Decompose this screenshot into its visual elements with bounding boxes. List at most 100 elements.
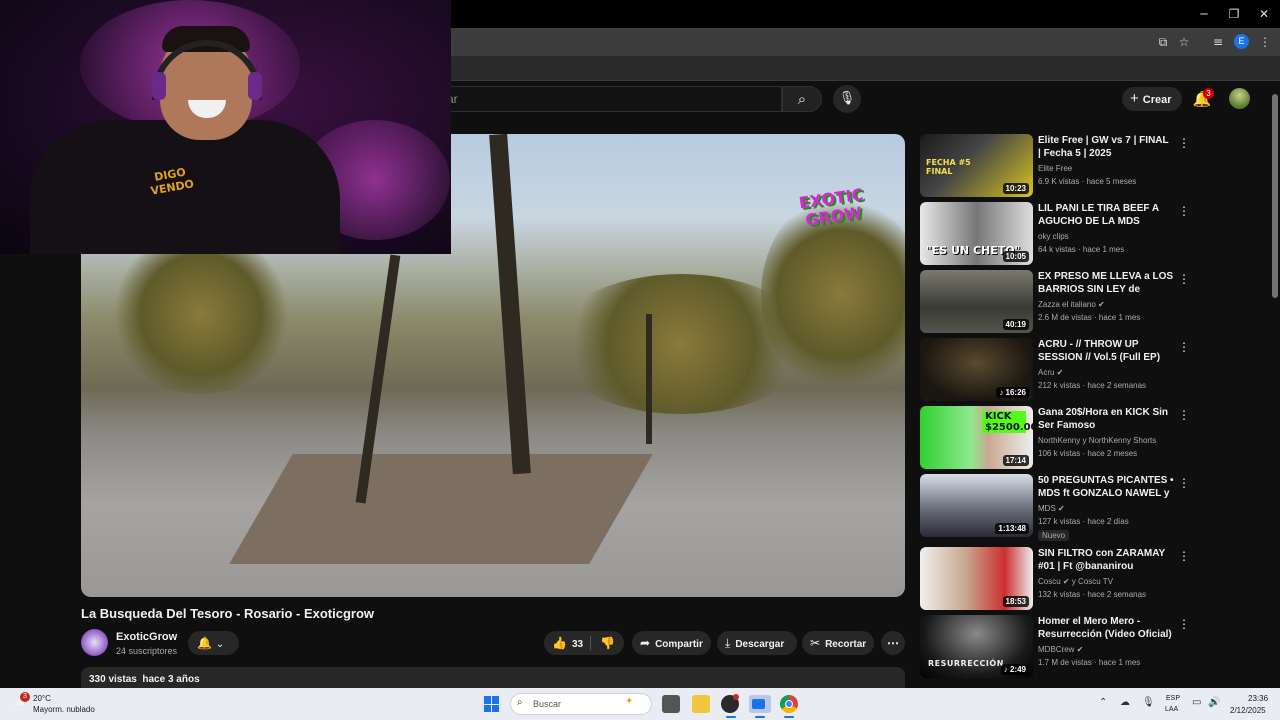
chevron-down-icon: ⌄ bbox=[215, 639, 225, 650]
video-title: La Busqueda Del Tesoro - Rosario - Exoti… bbox=[81, 606, 375, 621]
video-thumbnail[interactable]: ♪ 16:26 bbox=[920, 338, 1033, 401]
media-queue-icon[interactable]: ≡ bbox=[1210, 34, 1226, 50]
share-label: Compartir bbox=[655, 639, 703, 650]
recommendation-channel[interactable]: Elite Free bbox=[1038, 164, 1072, 173]
clock-date[interactable]: 2/12/2025 bbox=[1230, 706, 1266, 715]
thumbnail-text: FECHA #5 FINAL bbox=[926, 158, 971, 176]
recommendation-title[interactable]: Homer el Mero Mero - Resurrección (Video… bbox=[1038, 615, 1174, 641]
more-options-icon[interactable]: ⋮ bbox=[1178, 549, 1190, 563]
network-icon[interactable]: ▭ bbox=[1192, 697, 1201, 708]
video-thumbnail[interactable]: KICK $2500.00 17:14 bbox=[920, 406, 1033, 469]
page-scrollbar[interactable] bbox=[1272, 94, 1278, 298]
recommendation-title[interactable]: EX PRESO ME LLEVA a LOS BARRIOS SIN LEY … bbox=[1038, 270, 1174, 297]
minimize-icon[interactable]: ─ bbox=[1196, 6, 1212, 22]
language-indicator[interactable]: ESP bbox=[1166, 695, 1180, 702]
recommendation-item[interactable]: "ES UN CHETO" 10:05 LIL PANI LE TIRA BEE… bbox=[920, 202, 1272, 266]
share-button[interactable]: ➦ Compartir bbox=[632, 631, 711, 655]
clip-button[interactable]: ✂ Recortar bbox=[802, 631, 874, 655]
webcam-overlay: DIGO VENDO bbox=[0, 0, 451, 254]
more-options-icon[interactable]: ⋮ bbox=[1178, 204, 1190, 218]
thumbnail-text: RESURRECCIÓN bbox=[928, 659, 1004, 668]
recommendation-channel[interactable]: Zazza el italiano ✔ bbox=[1038, 300, 1105, 309]
windows-start-icon[interactable] bbox=[484, 696, 500, 712]
onedrive-icon[interactable]: ☁ bbox=[1120, 697, 1130, 708]
recommendation-item[interactable]: 40:19 EX PRESO ME LLEVA a LOS BARRIOS SI… bbox=[920, 270, 1272, 334]
recommendation-channel[interactable]: MDS ✔ bbox=[1038, 504, 1065, 513]
download-button[interactable]: ⤓ Descargar bbox=[717, 631, 797, 655]
weather-description[interactable]: Mayorm. nublado bbox=[33, 705, 95, 714]
restore-icon[interactable]: ❐ bbox=[1226, 6, 1242, 22]
file-explorer-icon[interactable] bbox=[692, 695, 710, 713]
bookmark-star-icon[interactable]: ☆ bbox=[1176, 34, 1192, 50]
video-thumbnail[interactable]: 1:13:48 bbox=[920, 474, 1033, 537]
recommendation-title[interactable]: Elite Free | GW vs 7 | FINAL | Fecha 5 |… bbox=[1038, 134, 1174, 160]
user-avatar[interactable] bbox=[1229, 88, 1250, 109]
recommendation-item[interactable]: FECHA #5 FINAL 10:23 Elite Free | GW vs … bbox=[920, 134, 1272, 198]
search-icon: ⌕ bbox=[797, 90, 807, 108]
tree-trunk bbox=[489, 134, 531, 475]
clip-label: Recortar bbox=[825, 639, 867, 650]
subscription-bell-button[interactable]: 🔔 ⌄ bbox=[188, 631, 239, 655]
search-input[interactable]: car bbox=[430, 86, 782, 112]
download-icon: ⤓ bbox=[725, 636, 731, 650]
video-thumbnail[interactable]: 18:53 bbox=[920, 547, 1033, 610]
channel-avatar[interactable] bbox=[81, 629, 108, 656]
like-divider bbox=[590, 636, 591, 650]
recommendation-channel[interactable]: NorthKenny y NorthKenny Shorts bbox=[1038, 436, 1156, 445]
more-options-icon[interactable]: ⋮ bbox=[1178, 617, 1190, 631]
recommendation-channel[interactable]: Acru ✔ bbox=[1038, 368, 1063, 377]
microphone-tray-icon[interactable]: 🎙 bbox=[1142, 697, 1155, 708]
profile-avatar-icon[interactable]: E bbox=[1234, 34, 1249, 49]
recommendation-item[interactable]: RESURRECCIÓN ♪ 2:49 Homer el Mero Mero -… bbox=[920, 615, 1272, 679]
more-actions-icon[interactable]: ⋯ bbox=[881, 631, 905, 655]
recommendation-title[interactable]: SIN FILTRO con ZARAMAY #01 | Ft @bananir… bbox=[1038, 547, 1174, 573]
video-thumbnail[interactable]: "ES UN CHETO" 10:05 bbox=[920, 202, 1033, 265]
recommendation-title[interactable]: Gana 20$/Hora en KICK Sin Ser Famoso bbox=[1038, 406, 1174, 432]
tray-overflow-icon[interactable]: ⌃ bbox=[1099, 697, 1107, 708]
microphone-icon: 🎙 bbox=[838, 91, 856, 106]
recording-indicator-icon bbox=[733, 694, 739, 700]
volume-icon[interactable]: 🔊 bbox=[1208, 697, 1220, 708]
search-button[interactable]: ⌕ bbox=[782, 86, 822, 112]
recommendation-title[interactable]: 50 PREGUNTAS PICANTES • MDS ft GONZALO N… bbox=[1038, 474, 1174, 501]
sparkle-icon: ✦ bbox=[625, 696, 634, 707]
weather-temperature[interactable]: 20°C bbox=[33, 694, 51, 703]
active-app-indicator bbox=[784, 716, 794, 718]
create-button[interactable]: + Crear bbox=[1122, 87, 1182, 111]
more-options-icon[interactable]: ⋮ bbox=[1178, 476, 1190, 490]
more-options-icon[interactable]: ⋮ bbox=[1178, 272, 1190, 286]
video-thumbnail[interactable]: FECHA #5 FINAL 10:23 bbox=[920, 134, 1033, 197]
more-options-icon[interactable]: ⋮ bbox=[1178, 408, 1190, 422]
browser-menu-icon[interactable]: ⋮ bbox=[1257, 34, 1273, 50]
more-options-icon[interactable]: ⋮ bbox=[1178, 340, 1190, 354]
recommendation-channel[interactable]: Coscu ✔ y Coscu TV bbox=[1038, 577, 1113, 586]
keyboard-layout-indicator[interactable]: LAA bbox=[1165, 706, 1178, 713]
video-thumbnail[interactable]: RESURRECCIÓN ♪ 2:49 bbox=[920, 615, 1033, 678]
voice-search-button[interactable]: 🎙 bbox=[833, 85, 861, 113]
recommendation-title[interactable]: LIL PANI LE TIRA BEEF A AGUCHO DE LA MDS bbox=[1038, 202, 1174, 228]
active-app-indicator bbox=[755, 716, 765, 718]
search-icon: ⌕ bbox=[517, 697, 523, 708]
recommendation-title[interactable]: ACRU - // THROW UP SESSION // Vol.5 (Ful… bbox=[1038, 338, 1174, 364]
thumbs-down-icon[interactable]: 👎 bbox=[600, 631, 615, 655]
channel-name[interactable]: ExoticGrow bbox=[116, 631, 177, 643]
clock-time[interactable]: 23:36 bbox=[1248, 694, 1268, 703]
install-app-icon[interactable]: ⧉ bbox=[1155, 34, 1171, 50]
recommendation-meta: 2.6 M de vistas · hace 1 mes bbox=[1038, 313, 1141, 322]
more-options-icon[interactable]: ⋮ bbox=[1178, 136, 1190, 150]
task-view-icon[interactable] bbox=[662, 695, 680, 713]
recommendation-item[interactable]: 18:53 SIN FILTRO con ZARAMAY #01 | Ft @b… bbox=[920, 547, 1272, 611]
recommendation-meta: 64 k vistas · hace 1 mes bbox=[1038, 245, 1125, 254]
plus-icon: + bbox=[1130, 90, 1139, 107]
video-thumbnail[interactable]: 40:19 bbox=[920, 270, 1033, 333]
create-label: Crear bbox=[1142, 94, 1172, 106]
plaza-shadow bbox=[229, 454, 653, 564]
recommendation-item[interactable]: KICK $2500.00 17:14 Gana 20$/Hora en KIC… bbox=[920, 406, 1272, 470]
close-icon[interactable]: ✕ bbox=[1256, 6, 1272, 22]
recommendation-channel[interactable]: MDBCrew ✔ bbox=[1038, 645, 1083, 654]
recommendation-item[interactable]: 1:13:48 50 PREGUNTAS PICANTES • MDS ft G… bbox=[920, 474, 1272, 541]
video-duration: 1:13:48 bbox=[995, 523, 1029, 534]
new-badge: Nuevo bbox=[1038, 530, 1070, 541]
recommendation-channel[interactable]: oky clips bbox=[1038, 232, 1069, 241]
recommendation-item[interactable]: ♪ 16:26 ACRU - // THROW UP SESSION // Vo… bbox=[920, 338, 1272, 402]
